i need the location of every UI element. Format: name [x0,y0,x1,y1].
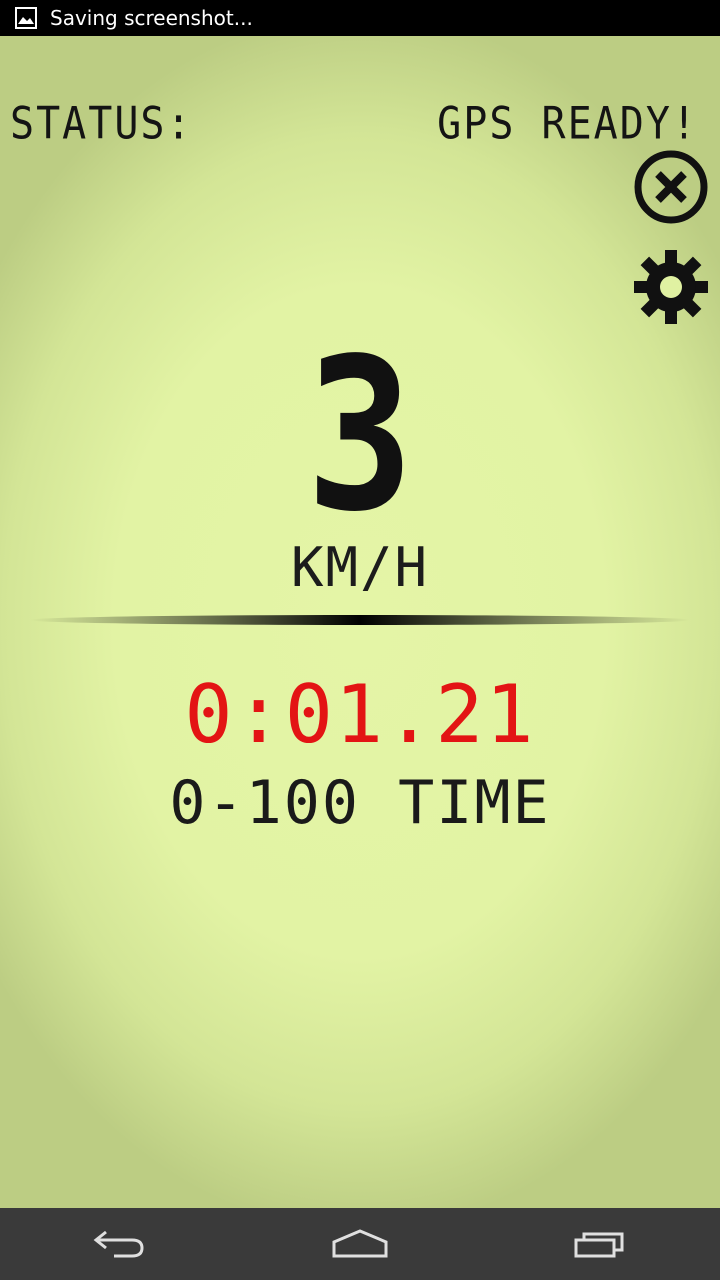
divider [30,615,690,625]
home-icon [332,1229,388,1258]
picture-icon [15,7,37,29]
close-button[interactable] [632,148,710,226]
app-root: Saving screenshot... STATUS: GPS READY! [0,0,720,1280]
status-label: STATUS: [10,98,193,150]
speed-value: 3 [306,313,414,558]
back-button[interactable] [60,1208,180,1280]
close-circle-icon [634,150,708,224]
lcd-screen: STATUS: GPS READY! 3 KM/H 0:01.21 0-100 … [0,36,720,1208]
gps-status-value: GPS READY! [437,98,698,150]
timer-label: 0-100 TIME [169,768,551,838]
recents-icon [574,1232,624,1258]
notification-text: Saving screenshot... [50,6,253,30]
recents-button[interactable] [540,1208,660,1280]
settings-button[interactable] [632,248,710,326]
navigation-bar [0,1208,720,1280]
status-bar: Saving screenshot... [0,0,720,36]
gear-icon [634,250,708,324]
home-button[interactable] [300,1208,420,1280]
speed-unit: KM/H [290,536,430,599]
back-icon [93,1230,144,1258]
timer-value: 0:01.21 [184,668,536,761]
